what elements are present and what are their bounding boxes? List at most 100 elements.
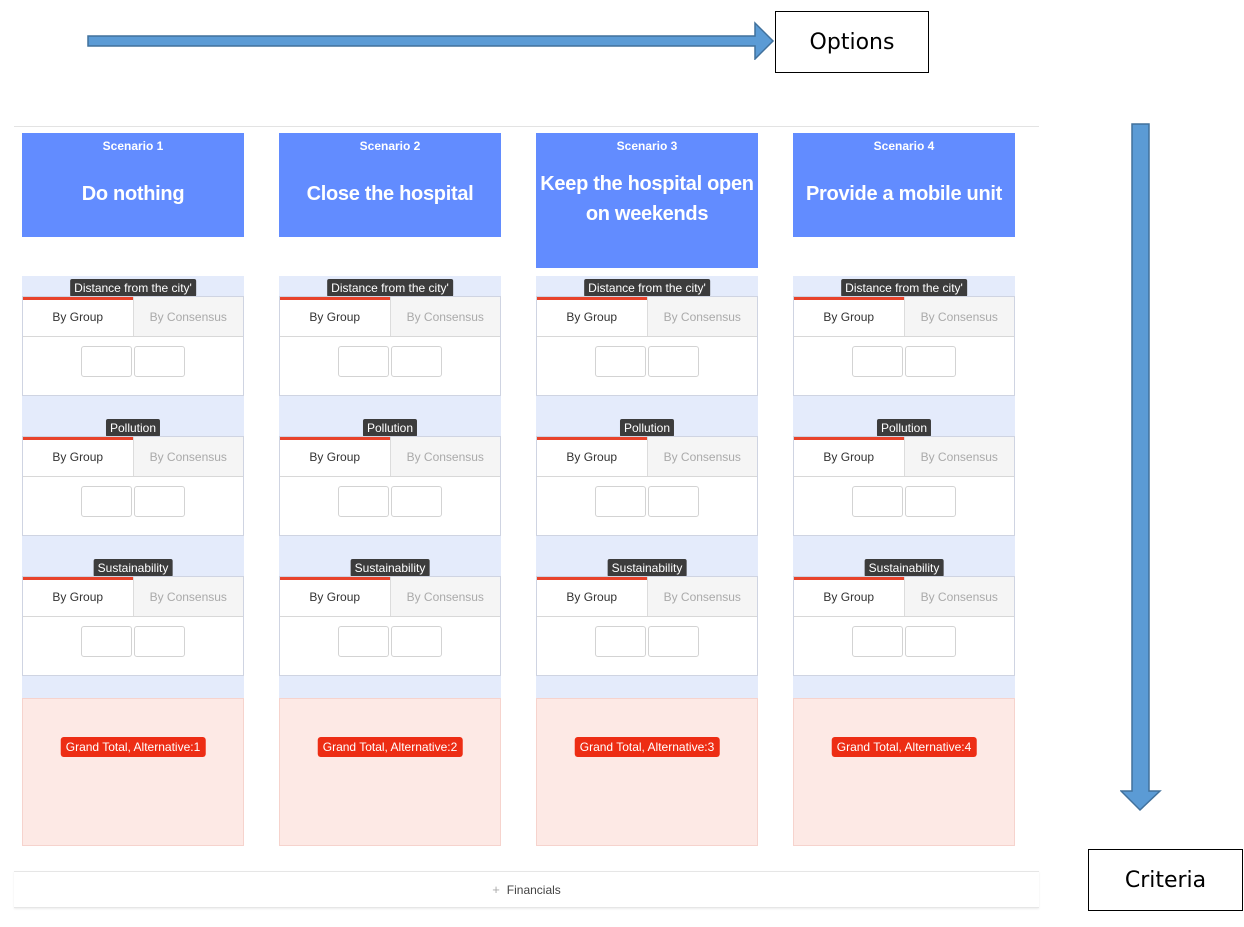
criterion-label: Pollution [105, 419, 161, 437]
tab-by-group[interactable]: By Group [794, 577, 904, 616]
scenario-header: Scenario 3 Keep the hospital open on wee… [536, 133, 758, 268]
criterion-card: By Group By Consensus [536, 296, 758, 396]
scenario-header: Scenario 1 Do nothing [22, 133, 244, 237]
criterion-block: Distance from the city' By Group By Cons… [279, 276, 501, 416]
score-input[interactable] [905, 626, 956, 657]
criterion-card: By Group By Consensus [793, 296, 1015, 396]
scenario-title: Keep the hospital open on weekends [540, 173, 754, 225]
criterion-label: Distance from the city' [841, 279, 967, 297]
score-input[interactable] [852, 346, 903, 377]
tab-by-group[interactable]: By Group [280, 437, 390, 476]
scenario-column-3: Scenario 3 Keep the hospital open on wee… [536, 133, 758, 846]
criterion-block: Distance from the city' By Group By Cons… [22, 276, 244, 416]
score-input[interactable] [81, 626, 132, 657]
criterion-card: By Group By Consensus [536, 436, 758, 536]
scenario-title: Do nothing [81, 183, 185, 205]
tab-by-group[interactable]: By Group [794, 437, 904, 476]
score-input[interactable] [595, 346, 646, 377]
tab-by-consensus[interactable]: By Consensus [646, 577, 757, 616]
criterion-card: By Group By Consensus [536, 576, 758, 676]
tab-by-consensus[interactable]: By Consensus [903, 577, 1014, 616]
criterion-block: Distance from the city' By Group By Cons… [793, 276, 1015, 416]
financials-section-toggle[interactable]: + Financials [14, 871, 1039, 908]
grand-total-badge: Grand Total, Alternative:2 [317, 737, 463, 757]
grand-total-panel: Grand Total, Alternative:3 [536, 698, 758, 846]
tab-by-group[interactable]: By Group [23, 297, 133, 336]
criterion-label: Pollution [362, 419, 418, 437]
criteria-area: Distance from the city' By Group By Cons… [279, 276, 501, 698]
score-input[interactable] [905, 346, 956, 377]
criteria-area: Distance from the city' By Group By Cons… [536, 276, 758, 698]
score-input[interactable] [905, 486, 956, 517]
grand-total-panel: Grand Total, Alternative:1 [22, 698, 244, 846]
score-input[interactable] [648, 486, 699, 517]
criterion-card: By Group By Consensus [793, 436, 1015, 536]
scenario-number: Scenario 1 [102, 139, 164, 153]
score-input[interactable] [134, 486, 185, 517]
tab-by-consensus[interactable]: By Consensus [389, 437, 500, 476]
plus-icon: + [492, 882, 500, 897]
criterion-block: Sustainability By Group By Consensus [793, 556, 1015, 696]
criterion-label: Sustainability [93, 559, 173, 577]
score-input[interactable] [81, 486, 132, 517]
criterion-label: Pollution [619, 419, 675, 437]
scenario-column-2: Scenario 2 Close the hospital Distance f… [279, 133, 501, 846]
scenario-column-4: Scenario 4 Provide a mobile unit Distanc… [793, 133, 1015, 846]
criterion-label: Sustainability [350, 559, 430, 577]
scenario-header: Scenario 2 Close the hospital [279, 133, 501, 237]
criteria-area: Distance from the city' By Group By Cons… [22, 276, 244, 698]
score-input[interactable] [338, 626, 389, 657]
criterion-card: By Group By Consensus [793, 576, 1015, 676]
scenario-column-1: Scenario 1 Do nothing Distance from the … [22, 133, 244, 846]
score-input[interactable] [595, 486, 646, 517]
scenario-number: Scenario 2 [359, 139, 421, 153]
tab-by-consensus[interactable]: By Consensus [646, 297, 757, 336]
tab-by-consensus[interactable]: By Consensus [132, 577, 243, 616]
score-input[interactable] [648, 626, 699, 657]
tab-by-consensus[interactable]: By Consensus [389, 577, 500, 616]
tab-by-group[interactable]: By Group [537, 297, 647, 336]
score-input[interactable] [391, 346, 442, 377]
score-input[interactable] [852, 486, 903, 517]
score-input[interactable] [391, 626, 442, 657]
criterion-block: Pollution By Group By Consensus [22, 416, 244, 556]
scenario-number: Scenario 4 [873, 139, 935, 153]
scenario-title: Close the hospital [306, 183, 474, 205]
options-label: Options [809, 29, 895, 55]
tab-by-consensus[interactable]: By Consensus [132, 437, 243, 476]
tab-by-group[interactable]: By Group [23, 437, 133, 476]
criterion-label: Distance from the city' [584, 279, 710, 297]
score-input[interactable] [338, 486, 389, 517]
tab-by-consensus[interactable]: By Consensus [646, 437, 757, 476]
criterion-label: Distance from the city' [327, 279, 453, 297]
score-input[interactable] [595, 626, 646, 657]
score-input[interactable] [134, 346, 185, 377]
options-arrow-icon [87, 21, 775, 60]
tab-by-consensus[interactable]: By Consensus [903, 437, 1014, 476]
tab-by-group[interactable]: By Group [280, 577, 390, 616]
tab-by-group[interactable]: By Group [280, 297, 390, 336]
tab-by-consensus[interactable]: By Consensus [132, 297, 243, 336]
options-callout: Options [775, 11, 929, 73]
scenario-title: Provide a mobile unit [806, 183, 1002, 205]
tab-by-consensus[interactable]: By Consensus [903, 297, 1014, 336]
criterion-card: By Group By Consensus [22, 436, 244, 536]
criterion-block: Pollution By Group By Consensus [279, 416, 501, 556]
score-input[interactable] [852, 626, 903, 657]
criteria-label: Criteria [1124, 867, 1207, 893]
criterion-label: Sustainability [864, 559, 944, 577]
score-input[interactable] [338, 346, 389, 377]
score-input[interactable] [648, 346, 699, 377]
score-input[interactable] [134, 626, 185, 657]
score-input[interactable] [391, 486, 442, 517]
tab-by-group[interactable]: By Group [537, 577, 647, 616]
tab-by-group[interactable]: By Group [537, 437, 647, 476]
criterion-label: Sustainability [607, 559, 687, 577]
criteria-arrow-icon [1120, 123, 1162, 812]
score-input[interactable] [81, 346, 132, 377]
grand-total-badge: Grand Total, Alternative:1 [60, 737, 206, 757]
tab-by-consensus[interactable]: By Consensus [389, 297, 500, 336]
financials-label: Financials [506, 882, 561, 897]
tab-by-group[interactable]: By Group [23, 577, 133, 616]
tab-by-group[interactable]: By Group [794, 297, 904, 336]
